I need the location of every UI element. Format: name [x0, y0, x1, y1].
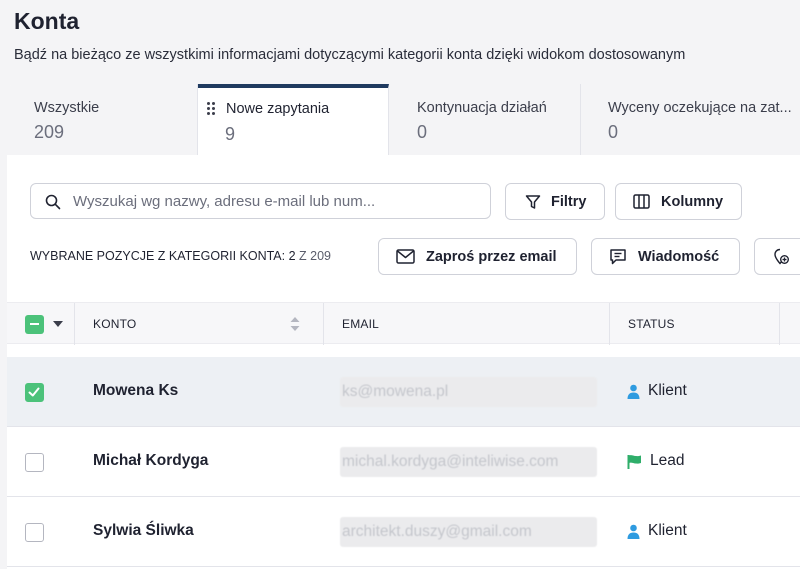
accounts-card: Wszystkie 209 Nowe zapytania 9 Kontynuac… — [7, 84, 800, 569]
location-add-icon — [774, 248, 789, 265]
filters-label: Filtry — [551, 193, 587, 210]
column-header-status[interactable]: STATUS — [628, 303, 675, 345]
table-row[interactable]: Mowena Ks ks@mowena.pl Klient — [7, 357, 800, 427]
selection-prefix: WYBRANE POZYCJE Z KATEGORII KONTA: — [30, 249, 289, 263]
indeterminate-icon — [30, 323, 39, 325]
search-field — [30, 183, 491, 219]
tab-count: 9 — [225, 124, 236, 144]
tab-label: Kontynuacja działań — [417, 100, 547, 116]
status-label: Klient — [648, 522, 687, 539]
status-label: Klient — [648, 382, 687, 399]
account-email: michal.kordyga@inteliwise.com — [340, 447, 597, 477]
status-badge: Klient — [627, 382, 687, 400]
person-icon — [627, 524, 640, 539]
columns-label: Kolumny — [661, 193, 724, 210]
table-header: KONTO EMAIL STATUS — [7, 302, 800, 345]
row-checkbox[interactable] — [25, 523, 44, 542]
add-to-list-button[interactable] — [754, 238, 800, 275]
mail-icon — [396, 249, 415, 264]
tab-new-inquiries[interactable]: Nowe zapytania 9 — [198, 84, 389, 155]
account-name[interactable]: Mowena Ks — [93, 382, 178, 400]
person-icon — [627, 384, 640, 399]
account-email: ks@mowena.pl — [340, 377, 597, 407]
select-all-checkbox[interactable] — [25, 315, 44, 334]
page-subtitle: Bądź na bieżąco ze wszystkimi informacja… — [14, 47, 686, 63]
column-header-account[interactable]: KONTO — [93, 303, 136, 345]
tab-count: 0 — [417, 122, 428, 142]
row-checkbox[interactable] — [25, 383, 44, 402]
account-email: architekt.duszy@gmail.com — [340, 517, 597, 547]
search-icon — [45, 194, 61, 210]
tab-label: Nowe zapytania — [226, 101, 330, 117]
tab-label: Wyceny oczekujące na zat... — [608, 100, 792, 116]
check-icon — [28, 387, 40, 397]
table-row[interactable]: Sylwia Śliwka architekt.duszy@gmail.com … — [7, 497, 800, 567]
tab-pending-quotes[interactable]: Wyceny oczekujące na zat... 0 — [581, 84, 800, 155]
page-title: Konta — [14, 8, 80, 34]
drag-handle-icon[interactable] — [207, 102, 215, 116]
table-row[interactable]: Michał Kordyga michal.kordyga@inteliwise… — [7, 427, 800, 497]
message-button[interactable]: Wiadomość — [591, 238, 740, 275]
invite-email-label: Zaproś przez email — [426, 248, 557, 265]
column-divider — [323, 303, 324, 345]
columns-button[interactable]: Kolumny — [615, 183, 742, 220]
tab-count: 209 — [34, 122, 65, 142]
flag-icon — [627, 454, 641, 469]
column-divider — [779, 303, 780, 345]
filters-button[interactable]: Filtry — [505, 183, 605, 220]
tab-all[interactable]: Wszystkie 209 — [7, 84, 198, 155]
column-header-email[interactable]: EMAIL — [342, 303, 379, 345]
account-name[interactable]: Michał Kordyga — [93, 452, 208, 470]
message-icon — [610, 248, 626, 264]
search-input[interactable] — [73, 184, 473, 218]
selection-summary: WYBRANE POZYCJE Z KATEGORII KONTA: 2 Z 2… — [30, 249, 331, 263]
tab-bar: Wszystkie 209 Nowe zapytania 9 Kontynuac… — [7, 84, 800, 155]
row-checkbox[interactable] — [25, 453, 44, 472]
chevron-down-icon[interactable] — [53, 321, 63, 327]
status-badge: Klient — [627, 522, 687, 540]
account-name[interactable]: Sylwia Śliwka — [93, 522, 194, 540]
sort-icon[interactable] — [290, 317, 300, 331]
status-badge: Lead — [627, 452, 684, 470]
tab-label: Wszystkie — [34, 100, 100, 116]
invite-email-button[interactable]: Zaproś przez email — [378, 238, 577, 275]
column-divider — [609, 303, 610, 345]
filter-icon — [525, 194, 541, 209]
column-divider — [74, 303, 75, 345]
tab-count: 0 — [608, 122, 619, 142]
tab-follow-up[interactable]: Kontynuacja działań 0 — [390, 84, 581, 155]
selection-count: 2 — [288, 249, 296, 263]
selection-total: Z 209 — [295, 249, 331, 263]
status-label: Lead — [650, 452, 685, 469]
message-label: Wiadomość — [638, 248, 720, 265]
columns-icon — [633, 194, 650, 209]
